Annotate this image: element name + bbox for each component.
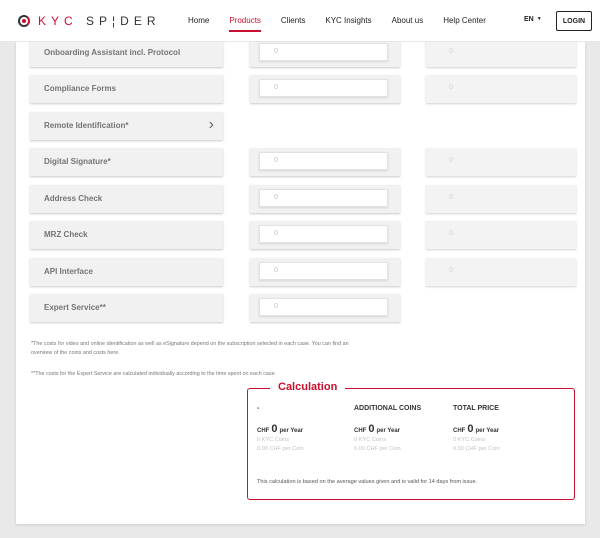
login-button[interactable]: LOGIN	[556, 11, 592, 31]
quantity-input[interactable]: 0	[259, 79, 388, 97]
price-value: 0	[449, 84, 453, 91]
price-value: 0	[449, 48, 453, 55]
nav-clients[interactable]: Clients	[281, 0, 305, 42]
price-box: 0	[426, 185, 576, 213]
quantity-box: 0	[250, 75, 400, 103]
language-selector[interactable]: EN ▼	[524, 16, 542, 23]
main-nav: Home Products Clients KYC Insights About…	[188, 0, 506, 42]
price-box: 0	[426, 39, 576, 67]
quantity-box: 0	[250, 258, 400, 286]
footnote-expert-service: **The costs for the Expert Service are c…	[31, 371, 277, 377]
price-box: 0	[426, 148, 576, 176]
price-box: 0	[426, 75, 576, 103]
site-header: KYC SP¦DER Home Products Clients KYC Ins…	[0, 0, 600, 42]
feature-address-check[interactable]: Address Check	[30, 185, 223, 213]
feature-label: Address Check	[44, 194, 103, 203]
feature-digital-signature[interactable]: Digital Signature*	[30, 148, 223, 176]
column-coins: 0 KYC Coins	[453, 437, 486, 443]
feature-onboarding-assistant[interactable]: Onboarding Assistant incl. Protocol	[30, 39, 223, 67]
feature-compliance-forms[interactable]: Compliance Forms	[30, 75, 223, 103]
quantity-input[interactable]: 0	[259, 225, 388, 243]
column-per-coin: 0.00 CHF per Coin	[257, 446, 304, 452]
calculation-box: Calculation - CHF 0 per Year 0 KYC Coins 0…	[247, 381, 575, 500]
quantity-input[interactable]: 0	[259, 152, 388, 170]
column-heading: -	[257, 405, 260, 412]
calculation-note: This calculation is based on the average…	[257, 479, 478, 485]
chevron-right-icon[interactable]: ›	[209, 117, 214, 133]
feature-label: API Interface	[44, 267, 93, 276]
logo-text: KYC SP¦DER	[38, 14, 161, 28]
caret-down-icon: ▼	[536, 16, 542, 22]
language-label: EN	[524, 16, 534, 23]
quantity-input[interactable]: 0	[259, 43, 388, 61]
nav-help-center[interactable]: Help Center	[443, 0, 486, 42]
feature-mrz-check[interactable]: MRZ Check	[30, 221, 223, 249]
nav-home[interactable]: Home	[188, 0, 209, 42]
column-coins: 0 KYC Coins	[354, 437, 387, 443]
spider-eye-icon	[18, 15, 30, 27]
column-heading: ADDITIONAL COINS	[354, 405, 422, 412]
quantity-box: 0	[250, 185, 400, 213]
kyc-spider-logo[interactable]: KYC SP¦DER	[18, 14, 161, 28]
column-price: CHF 0 per Year	[453, 423, 500, 435]
price-box: 0	[426, 258, 576, 286]
nav-kyc-insights[interactable]: KYC Insights	[325, 0, 371, 42]
column-price: CHF 0 per Year	[257, 423, 304, 435]
nav-products[interactable]: Products	[229, 0, 261, 42]
quantity-input[interactable]: 0	[259, 298, 388, 316]
quantity-input[interactable]: 0	[259, 262, 388, 280]
quantity-box: 0	[250, 39, 400, 67]
column-coins: 0 KYC Coins	[257, 437, 290, 443]
price-value: 0	[449, 267, 453, 274]
price-value: 0	[449, 230, 453, 237]
price-box: 0	[426, 221, 576, 249]
feature-label: Onboarding Assistant incl. Protocol	[44, 48, 181, 57]
feature-label: Digital Signature*	[44, 157, 111, 166]
price-value: 0	[449, 157, 453, 164]
quantity-box: 0	[250, 294, 400, 322]
column-heading: TOTAL PRICE	[453, 405, 499, 412]
feature-api-interface[interactable]: API Interface	[30, 258, 223, 286]
quantity-box: 0	[250, 221, 400, 249]
feature-label: Compliance Forms	[44, 84, 117, 93]
calc-column-total-price: TOTAL PRICE CHF 0 per Year 0 KYC Coins 0.0…	[453, 405, 549, 452]
price-calculator-panel: Onboarding Assistant incl. Protocol 0 0 …	[16, 39, 585, 524]
feature-label: MRZ Check	[44, 230, 88, 239]
feature-remote-identification[interactable]: Remote Identification* ›	[30, 112, 223, 140]
calc-column-subscription: - CHF 0 per Year 0 KYC Coins 0.00 CHF per …	[257, 405, 353, 452]
nav-about-us[interactable]: About us	[392, 0, 424, 42]
feature-expert-service[interactable]: Expert Service**	[30, 294, 223, 322]
quantity-input[interactable]: 0	[259, 189, 388, 207]
column-price: CHF 0 per Year	[354, 423, 401, 435]
feature-label: Expert Service**	[44, 303, 106, 312]
quantity-box: 0	[250, 148, 400, 176]
footnote-remote-identification: *The costs for video and online identifi…	[31, 341, 349, 356]
column-per-coin: 0.00 CHF per Coin	[453, 446, 500, 452]
calculation-title: Calculation	[270, 381, 346, 393]
calc-column-additional-coins: ADDITIONAL COINS CHF 0 per Year 0 KYC Coin…	[354, 405, 450, 452]
price-value: 0	[449, 194, 453, 201]
column-per-coin: 0.00 CHF per Coin	[354, 446, 401, 452]
feature-label: Remote Identification*	[44, 121, 129, 130]
